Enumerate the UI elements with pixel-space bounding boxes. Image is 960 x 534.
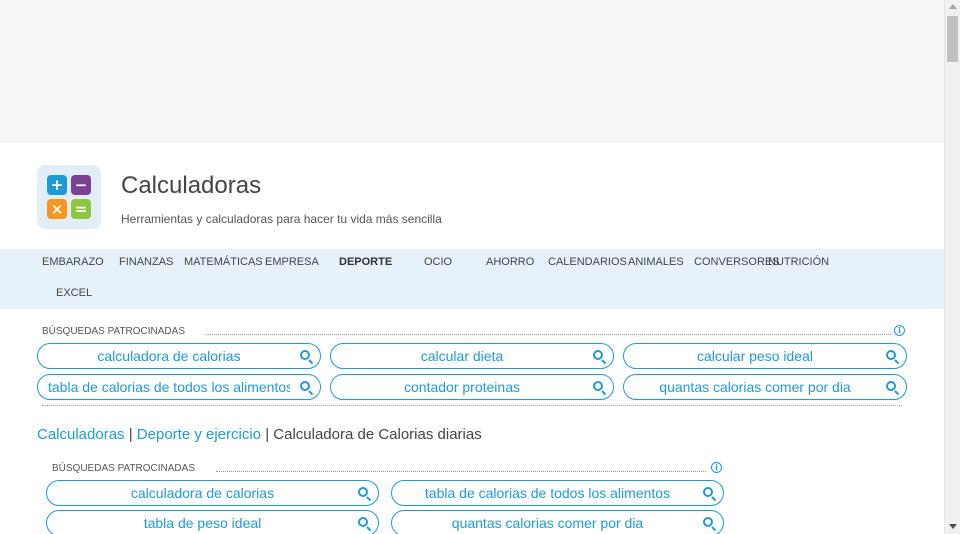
search-icon bbox=[300, 350, 310, 360]
breadcrumb: Calculadoras | Deporte y ejercicio | Cal… bbox=[37, 426, 482, 443]
sponsored-label: BÚSQUEDAS PATROCINADAS bbox=[52, 463, 195, 474]
search-icon bbox=[886, 381, 896, 391]
nav-item-conversores[interactable]: CONVERSORES bbox=[694, 256, 780, 268]
nav-item-matematicas[interactable]: MATEMÁTICAS bbox=[184, 256, 263, 268]
search-icon bbox=[886, 350, 896, 360]
site-title[interactable]: Calculadoras bbox=[121, 172, 261, 200]
sponsored-search-pill[interactable]: tabla de peso ideal bbox=[46, 510, 379, 534]
scroll-up-arrow-icon[interactable] bbox=[949, 4, 957, 9]
search-icon bbox=[703, 517, 713, 527]
nav-item-excel[interactable]: EXCEL bbox=[56, 287, 92, 299]
nav-item-ahorro[interactable]: AHORRO bbox=[486, 256, 534, 268]
search-icon bbox=[358, 487, 368, 497]
breadcrumb-separator: | bbox=[128, 426, 133, 443]
multiply-icon: × bbox=[47, 199, 67, 219]
nav-item-animales[interactable]: ANIMALES bbox=[628, 256, 684, 268]
sponsored-search-pill[interactable]: calcular peso ideal bbox=[623, 343, 907, 369]
minus-icon: − bbox=[71, 175, 91, 195]
breadcrumb-link-deporte[interactable]: Deporte y ejercicio bbox=[137, 426, 261, 443]
search-icon bbox=[358, 517, 368, 527]
breadcrumb-link-calculadoras[interactable]: Calculadoras bbox=[37, 426, 125, 443]
nav-item-deporte[interactable]: DEPORTE bbox=[339, 256, 392, 268]
info-icon[interactable]: i bbox=[894, 325, 905, 336]
vertical-scrollbar[interactable] bbox=[944, 0, 960, 534]
top-ad-banner bbox=[0, 0, 944, 142]
site-logo[interactable]: + − × = bbox=[37, 165, 101, 229]
sponsored-search-pill[interactable]: contador proteinas bbox=[330, 374, 614, 400]
nav-item-embarazo[interactable]: EMBARAZO bbox=[42, 256, 104, 268]
main-nav: EMBARAZO FINANZAS MATEMÁTICAS EMPRESA DE… bbox=[0, 249, 944, 309]
equals-icon: = bbox=[71, 199, 91, 219]
plus-icon: + bbox=[47, 175, 67, 195]
scrollbar-thumb[interactable] bbox=[947, 16, 958, 62]
divider bbox=[42, 405, 902, 406]
search-icon bbox=[300, 381, 310, 391]
scroll-down-arrow-icon[interactable] bbox=[949, 524, 957, 529]
sponsored-search-pill[interactable]: tabla de calorias de todos los alimentos bbox=[391, 480, 724, 506]
nav-item-finanzas[interactable]: FINANZAS bbox=[119, 256, 173, 268]
sponsored-search-pill[interactable]: calculadora de calorias bbox=[37, 343, 321, 369]
breadcrumb-separator: | bbox=[265, 426, 270, 443]
breadcrumb-current: Calculadora de Calorias diarias bbox=[273, 426, 482, 443]
info-icon[interactable]: i bbox=[711, 462, 722, 473]
sponsored-search-pill[interactable]: tabla de calorias de todos los alimentos bbox=[37, 374, 321, 400]
divider bbox=[216, 471, 706, 472]
sponsored-search-pill[interactable]: quantas calorias comer por dia bbox=[623, 374, 907, 400]
site-header: + − × = Calculadoras Herramientas y calc… bbox=[37, 165, 917, 235]
divider bbox=[206, 334, 891, 335]
sponsored-search-pill[interactable]: calculadora de calorias bbox=[46, 480, 379, 506]
search-icon bbox=[593, 381, 603, 391]
nav-item-nutricion[interactable]: NUTRICIÓN bbox=[768, 256, 829, 268]
sponsored-label: BÚSQUEDAS PATROCINADAS bbox=[42, 326, 185, 337]
sponsored-search-pill[interactable]: calcular dieta bbox=[330, 343, 614, 369]
nav-item-ocio[interactable]: OCIO bbox=[424, 256, 452, 268]
nav-item-empresa[interactable]: EMPRESA bbox=[265, 256, 319, 268]
nav-item-calendarios[interactable]: CALENDARIOS bbox=[548, 256, 627, 268]
search-icon bbox=[593, 350, 603, 360]
search-icon bbox=[703, 487, 713, 497]
site-subtitle: Herramientas y calculadoras para hacer t… bbox=[121, 212, 442, 226]
sponsored-search-pill[interactable]: quantas calorias comer por dia bbox=[391, 510, 724, 534]
